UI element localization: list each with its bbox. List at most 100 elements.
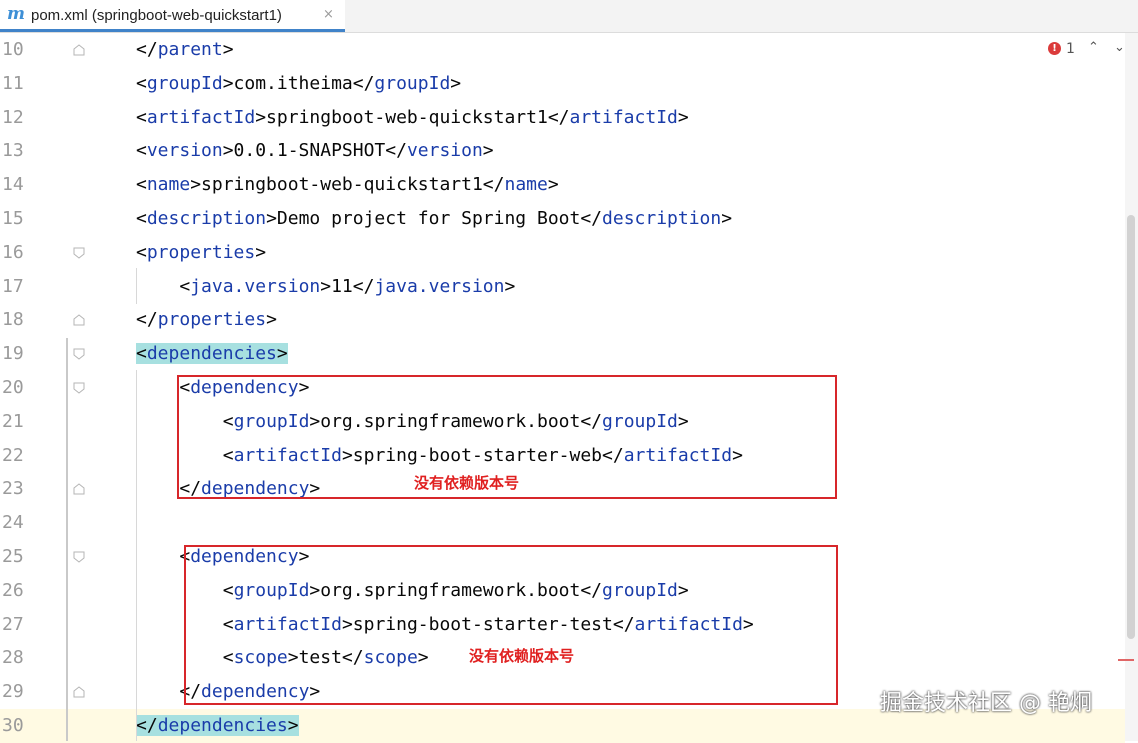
code-line[interactable]: 14 <name>springboot-web-quickstart1</name… bbox=[0, 168, 1125, 202]
indent-guide bbox=[136, 268, 137, 304]
xml-tag-name: groupId bbox=[146, 72, 223, 94]
xml-tag-name: dependencies bbox=[146, 343, 277, 365]
fold-marker-icon[interactable] bbox=[73, 314, 85, 326]
xml-text: > bbox=[547, 174, 559, 196]
xml-tag-name: properties bbox=[146, 241, 256, 263]
chevron-down-icon[interactable]: ⌄ bbox=[1114, 39, 1125, 57]
code-text: <properties> bbox=[136, 241, 266, 265]
xml-tag-name: groupId bbox=[374, 72, 451, 94]
xml-text: > bbox=[287, 715, 299, 736]
line-number[interactable]: 21 bbox=[2, 410, 36, 434]
fold-marker-icon[interactable] bbox=[73, 247, 85, 259]
line-number[interactable]: 12 bbox=[2, 106, 36, 130]
watermark: 掘金技术社区 @ 艳炯 bbox=[880, 691, 1092, 716]
line-number[interactable]: 27 bbox=[2, 613, 36, 637]
code-line[interactable]: 16 <properties> bbox=[0, 236, 1125, 270]
code-text: <version>0.0.1-SNAPSHOT</version> bbox=[136, 139, 494, 163]
code-line[interactable]: 13 <version>0.0.1-SNAPSHOT</version> bbox=[0, 134, 1125, 168]
code-text: <artifactId>springboot-web-quickstart1</… bbox=[136, 106, 689, 130]
xml-text: > bbox=[677, 106, 689, 128]
code-text: </parent> bbox=[136, 38, 234, 62]
xml-text: </ bbox=[136, 309, 158, 331]
xml-text: < bbox=[136, 106, 147, 128]
xml-tag-name: description bbox=[602, 208, 722, 229]
code-line[interactable]: 15 < description>Demo project for Spring B… bbox=[0, 202, 1125, 236]
line-number[interactable]: 10 bbox=[2, 38, 36, 62]
line-number[interactable]: 24 bbox=[2, 511, 36, 535]
code-text: </dependencies> bbox=[136, 714, 299, 738]
fold-marker-icon[interactable] bbox=[73, 483, 85, 495]
line-number[interactable]: 20 bbox=[2, 376, 36, 400]
line-number[interactable]: 16 bbox=[2, 241, 36, 265]
xml-text: > bbox=[721, 208, 733, 229]
xml-text: < bbox=[136, 208, 147, 229]
xml-text: >springboot-web-quickstart1</ bbox=[190, 174, 505, 196]
line-number[interactable]: 26 bbox=[2, 579, 36, 603]
code-line[interactable]: 24 bbox=[0, 506, 1125, 540]
tab-title: pom.xml (springboot-web-quickstart1) bbox=[31, 7, 282, 24]
annotation-note-web: 没有依赖版本号 bbox=[414, 474, 520, 492]
line-number[interactable]: 30 bbox=[2, 714, 36, 738]
xml-text: > bbox=[504, 275, 516, 297]
xml-text: < bbox=[136, 241, 147, 263]
scrollbar-error-mark[interactable] bbox=[1118, 659, 1134, 661]
fold-marker-icon[interactable] bbox=[73, 348, 85, 360]
code-text: <dependencies> bbox=[136, 342, 288, 366]
xml-tag-name: dependencies bbox=[157, 715, 288, 736]
code-text: <java.version>11</java.version> bbox=[179, 275, 515, 299]
xml-text: >springboot-web-quickstart1</ bbox=[255, 106, 570, 128]
scrollbar-thumb[interactable] bbox=[1127, 215, 1135, 639]
vcs-change-marker bbox=[66, 338, 68, 741]
line-number[interactable]: 17 bbox=[2, 275, 36, 299]
line-number[interactable]: 15 bbox=[2, 207, 36, 231]
line-number[interactable]: 19 bbox=[2, 342, 36, 366]
fold-marker-icon[interactable] bbox=[73, 686, 85, 698]
chevron-up-icon[interactable]: ⌃ bbox=[1088, 39, 1099, 57]
error-icon[interactable]: ! bbox=[1048, 42, 1061, 55]
xml-text: < bbox=[179, 275, 191, 297]
maven-file-icon: m bbox=[7, 4, 25, 24]
xml-text: < bbox=[136, 174, 147, 196]
xml-text: < bbox=[136, 72, 147, 94]
xml-text: </ bbox=[136, 39, 158, 60]
line-number[interactable]: 14 bbox=[2, 173, 36, 197]
fold-marker-icon[interactable] bbox=[73, 382, 85, 394]
line-number[interactable]: 23 bbox=[2, 477, 36, 501]
code-line[interactable]: 18 </properties> bbox=[0, 303, 1125, 337]
xml-text: >0.0.1-SNAPSHOT</ bbox=[222, 140, 407, 162]
code-text: <name>springboot-web-quickstart1</name> bbox=[136, 173, 559, 197]
xml-tag-name: java.version bbox=[374, 275, 505, 297]
line-number[interactable]: 22 bbox=[2, 444, 36, 468]
code-line[interactable]: 19 <dependencies> bbox=[0, 337, 1125, 371]
code-text: </properties> bbox=[136, 308, 277, 332]
code-text: <groupId>com.itheima</groupId> bbox=[136, 72, 461, 96]
annotation-box-test bbox=[184, 545, 838, 705]
line-number[interactable]: 13 bbox=[2, 139, 36, 163]
code-line[interactable]: 10 </parent> bbox=[0, 33, 1125, 67]
line-number[interactable]: 28 bbox=[2, 646, 36, 670]
active-tab-indicator bbox=[0, 29, 345, 32]
tab-pom-xml[interactable]: m pom.xml (springboot-web-quickstart1) × bbox=[0, 0, 345, 32]
close-icon[interactable]: × bbox=[323, 6, 334, 24]
xml-text: > bbox=[450, 72, 462, 94]
line-number[interactable]: 29 bbox=[2, 680, 36, 704]
code-line[interactable]: 11 <groupId>com.itheima</groupId> bbox=[0, 67, 1125, 101]
xml-tag-name: artifactId bbox=[146, 106, 256, 128]
line-number[interactable]: 25 bbox=[2, 545, 36, 569]
code-line[interactable]: 17 <java.version>11</java.version> bbox=[0, 270, 1125, 304]
xml-tag-name: name bbox=[146, 174, 191, 196]
xml-text: < bbox=[136, 140, 147, 162]
xml-text: </ bbox=[136, 715, 158, 736]
indent-guide bbox=[136, 370, 137, 741]
fold-marker-icon[interactable] bbox=[73, 44, 85, 56]
xml-tag-name: java.version bbox=[190, 275, 321, 297]
fold-marker-icon[interactable] bbox=[73, 551, 85, 563]
error-count[interactable]: 1 bbox=[1066, 40, 1075, 58]
xml-tag-name: name bbox=[504, 174, 548, 196]
line-number[interactable]: 11 bbox=[2, 72, 36, 96]
xml-text: >Demo project for Spring Boot</ bbox=[266, 208, 603, 229]
code-line[interactable]: 12 <artifactId>springboot-web-quickstart1… bbox=[0, 101, 1125, 135]
code-text: < description>Demo project for Spring Boo… bbox=[136, 207, 732, 231]
line-number[interactable]: 18 bbox=[2, 308, 36, 332]
xml-text: > bbox=[266, 309, 277, 331]
